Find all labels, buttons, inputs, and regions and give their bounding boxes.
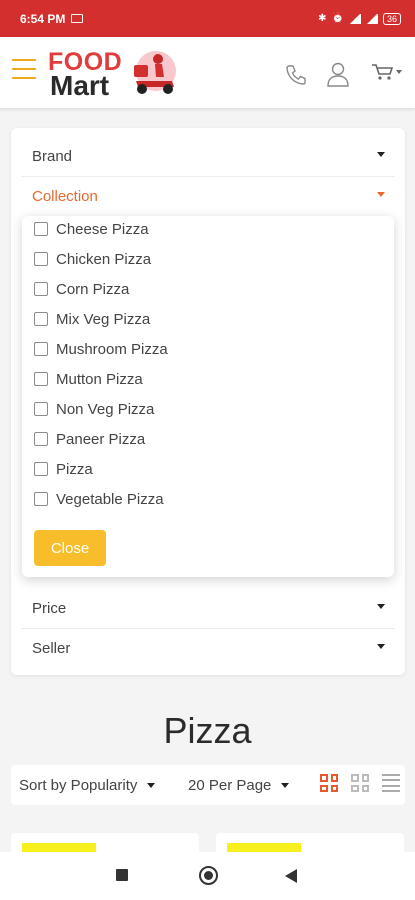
signal-icon <box>348 13 361 24</box>
filter-brand[interactable]: Brand <box>21 136 395 176</box>
app-header: FOOD Mart <box>0 37 415 109</box>
back-icon[interactable] <box>285 869 297 883</box>
chevron-down-icon <box>377 644 385 649</box>
list-view-icon[interactable] <box>382 774 400 792</box>
close-button[interactable]: Close <box>34 530 106 566</box>
delivery-scooter-icon <box>134 51 176 94</box>
sort-toolbar: Sort by Popularity 20 Per Page <box>11 765 405 805</box>
sort-select-label: Sort by Popularity <box>19 777 138 794</box>
status-icons: ✱ ⏰ 36 <box>318 12 401 25</box>
per-page-select[interactable]: 20 Per Page <box>188 777 290 794</box>
filter-seller[interactable]: Seller <box>21 628 395 668</box>
compact-grid-view-icon[interactable] <box>351 774 369 792</box>
chevron-down-icon <box>147 783 156 788</box>
alarm-icon: ⏰ <box>331 13 344 24</box>
filter-collection[interactable]: Collection <box>21 176 395 216</box>
checkbox[interactable] <box>34 312 48 326</box>
sort-select[interactable]: Sort by Popularity <box>19 777 156 794</box>
collection-dropdown: Cheese Pizza Chicken Pizza Corn Pizza Mi… <box>22 216 394 577</box>
hamburger-menu-icon[interactable] <box>12 59 36 79</box>
collection-option-label: Mushroom Pizza <box>56 340 168 358</box>
collection-option[interactable]: Mushroom Pizza <box>34 337 168 361</box>
bluetooth-icon: ✱ <box>318 13 327 24</box>
collection-option[interactable]: Non Veg Pizza <box>34 397 154 421</box>
food-mart-logo[interactable]: FOOD Mart <box>48 49 188 101</box>
checkbox[interactable] <box>34 402 48 416</box>
chevron-down-icon <box>377 604 385 609</box>
collection-option[interactable]: Pizza <box>34 457 93 481</box>
checkbox[interactable] <box>34 282 48 296</box>
page-title: Pizza <box>163 710 252 751</box>
collection-option[interactable]: Cheese Pizza <box>34 217 149 241</box>
collection-option-label: Cheese Pizza <box>56 220 149 238</box>
checkbox[interactable] <box>34 492 48 506</box>
status-bar: 6:54 PM ✱ ⏰ 36 <box>0 0 415 37</box>
checkbox[interactable] <box>34 462 48 476</box>
collection-option[interactable]: Paneer Pizza <box>34 427 145 451</box>
collection-option[interactable]: Vegetable Pizza <box>34 487 164 511</box>
checkbox[interactable] <box>34 372 48 386</box>
chevron-down-icon <box>377 192 385 197</box>
logo-text-mart: Mart <box>50 70 110 101</box>
collection-option-label: Chicken Pizza <box>56 250 152 268</box>
filter-brand-label: Brand <box>32 147 73 165</box>
collection-option-label: Mutton Pizza <box>56 370 143 388</box>
message-notification-icon <box>71 14 84 23</box>
collection-option[interactable]: Mix Veg Pizza <box>34 307 150 331</box>
system-navigation-bar <box>0 852 415 900</box>
home-icon[interactable] <box>199 866 218 885</box>
chevron-down-icon <box>377 152 385 157</box>
collection-option-label: Mix Veg Pizza <box>56 310 151 328</box>
collection-option-label: Paneer Pizza <box>56 430 146 448</box>
filter-price-label: Price <box>32 599 67 617</box>
wifi-icon <box>365 13 378 24</box>
status-time: 6:54 PM <box>20 11 66 26</box>
battery-icon: 36 <box>382 12 401 25</box>
collection-option-label: Non Veg Pizza <box>56 400 155 418</box>
checkbox[interactable] <box>34 342 48 356</box>
phone-icon[interactable] <box>284 63 308 87</box>
collection-option[interactable]: Corn Pizza <box>34 277 129 301</box>
checkbox[interactable] <box>34 432 48 446</box>
cart-icon[interactable] <box>370 62 404 82</box>
filter-seller-label: Seller <box>32 639 71 657</box>
chevron-down-icon <box>281 783 290 788</box>
checkbox[interactable] <box>34 222 48 236</box>
filter-panel: Brand Collection Cheese Pizza Chicken Pi… <box>11 128 405 675</box>
user-icon[interactable] <box>326 61 350 87</box>
filter-price[interactable]: Price <box>21 588 395 628</box>
filter-collection-label: Collection <box>32 187 98 205</box>
recent-apps-icon[interactable] <box>116 869 128 881</box>
per-page-select-label: 20 Per Page <box>188 777 272 794</box>
collection-option-label: Corn Pizza <box>56 280 130 298</box>
collection-option-label: Pizza <box>56 460 93 478</box>
collection-option[interactable]: Chicken Pizza <box>34 247 151 271</box>
collection-option[interactable]: Mutton Pizza <box>34 367 143 391</box>
battery-level: 36 <box>386 13 397 24</box>
collection-option-label: Vegetable Pizza <box>56 490 164 508</box>
checkbox[interactable] <box>34 252 48 266</box>
grid-view-icon[interactable] <box>320 774 338 792</box>
